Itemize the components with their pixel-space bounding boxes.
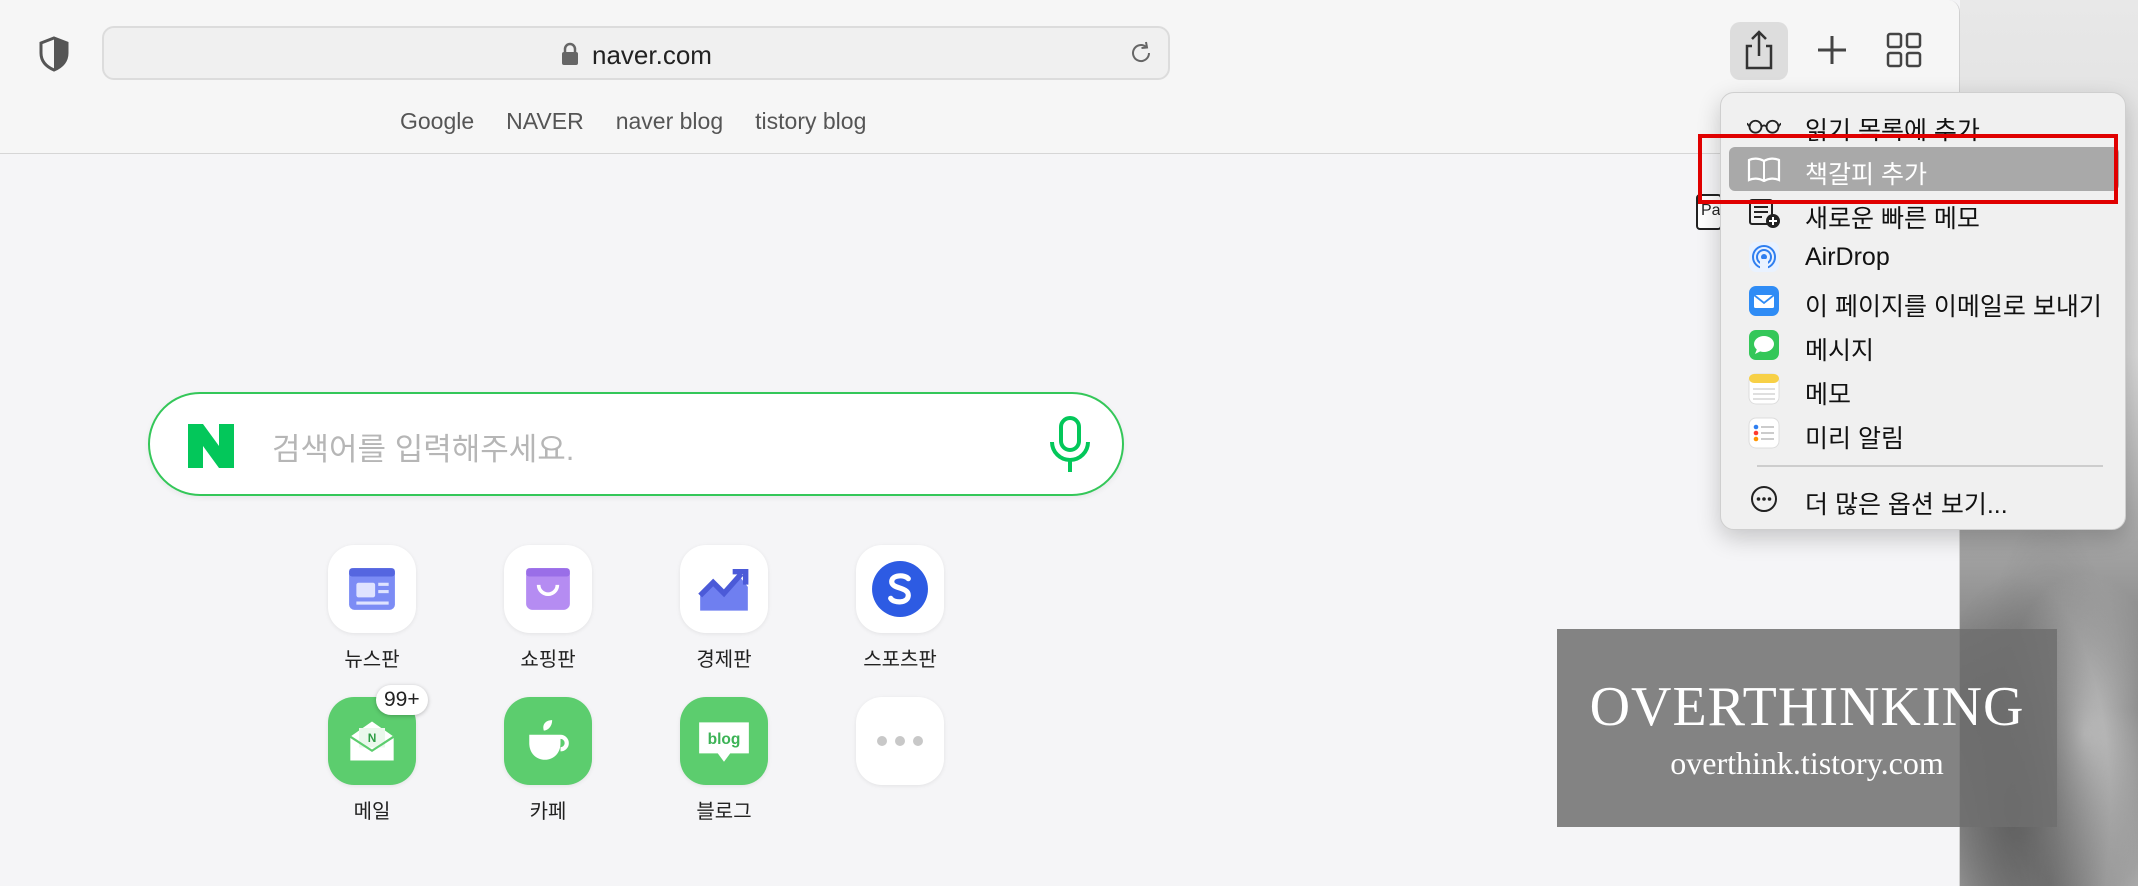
app-label: 블로그	[696, 801, 752, 823]
watermark: OVERTHINKING overthink.tistory.com	[1557, 629, 2057, 827]
microphone-icon[interactable]	[1046, 416, 1094, 474]
naver-search-box[interactable]: 검색어를 입력해주세요.	[148, 392, 1124, 496]
watermark-title: OVERTHINKING	[1589, 675, 2025, 738]
lock-icon	[562, 42, 578, 65]
favorites-bar: Google NAVER naver blog tistory blog	[400, 108, 866, 135]
app-label: 뉴스판	[344, 649, 400, 671]
app-label: 쇼핑판	[520, 649, 576, 671]
annotation-highlight-box	[1698, 134, 2118, 204]
mail-icon: N 99+	[328, 685, 428, 785]
notes-icon	[1747, 373, 1781, 405]
app-sports[interactable]: 스포츠판	[835, 545, 965, 672]
share-icon	[1745, 30, 1773, 70]
unread-count-badge: 99+	[376, 685, 428, 715]
ellipsis-circle-icon	[1747, 483, 1781, 515]
blog-icon: blog	[680, 697, 768, 785]
app-label: 카페	[529, 801, 567, 823]
cafe-cup-icon	[504, 697, 592, 785]
url-text: naver.com	[592, 40, 712, 70]
naver-n-logo-icon	[188, 424, 234, 468]
watermark-url: overthink.tistory.com	[1670, 744, 1944, 781]
app-more[interactable]	[835, 697, 965, 785]
favorite-link-naver[interactable]: NAVER	[506, 108, 584, 135]
favorite-link-naver-blog[interactable]: naver blog	[616, 108, 723, 135]
app-news[interactable]: 뉴스판	[307, 545, 437, 672]
svg-text:N: N	[368, 731, 377, 745]
favorite-link-google[interactable]: Google	[400, 108, 474, 135]
news-icon	[328, 545, 416, 633]
address-bar[interactable]: naver.com	[102, 26, 1170, 80]
reload-icon[interactable]	[1128, 40, 1154, 66]
app-cafe[interactable]: 카페	[483, 697, 613, 824]
app-label: 스포츠판	[863, 649, 937, 671]
shopping-bag-icon	[504, 545, 592, 633]
menu-item-notes[interactable]: 메모	[1729, 367, 2119, 411]
menu-item-messages[interactable]: 메시지	[1729, 323, 2119, 367]
app-label: 메일	[353, 801, 391, 823]
menu-item-more-options[interactable]: 더 많은 옵션 보기...	[1729, 477, 2119, 521]
app-economy[interactable]: 경제판	[659, 545, 789, 672]
favorite-link-tistory-blog[interactable]: tistory blog	[755, 108, 866, 135]
share-button[interactable]	[1730, 22, 1788, 80]
svg-text:blog: blog	[708, 731, 741, 748]
menu-separator	[1757, 465, 2103, 467]
app-blog[interactable]: blog 블로그	[659, 697, 789, 824]
menu-item-reminders[interactable]: 미리 알림	[1729, 411, 2119, 455]
search-placeholder: 검색어를 입력해주세요.	[272, 432, 575, 467]
chart-up-icon	[680, 545, 768, 633]
messages-icon	[1747, 329, 1781, 361]
more-dots-icon	[856, 697, 944, 785]
tab-overview-icon[interactable]	[1886, 32, 1922, 68]
airdrop-icon	[1747, 241, 1781, 273]
app-label: 경제판	[696, 649, 752, 671]
reminders-icon	[1747, 417, 1781, 449]
menu-item-airdrop[interactable]: AirDrop	[1729, 235, 2119, 279]
privacy-shield-icon[interactable]	[38, 36, 70, 72]
app-mail[interactable]: N 99+ 메일	[307, 685, 437, 824]
app-shopping[interactable]: 쇼핑판	[483, 545, 613, 672]
new-tab-plus-icon[interactable]	[1812, 30, 1852, 70]
sports-s-icon	[856, 545, 944, 633]
menu-item-email-page[interactable]: 이 페이지를 이메일로 보내기	[1729, 279, 2119, 323]
browser-toolbar: naver.com Google NAVER naver blog tistor…	[0, 0, 1959, 154]
mail-app-icon	[1747, 285, 1781, 317]
